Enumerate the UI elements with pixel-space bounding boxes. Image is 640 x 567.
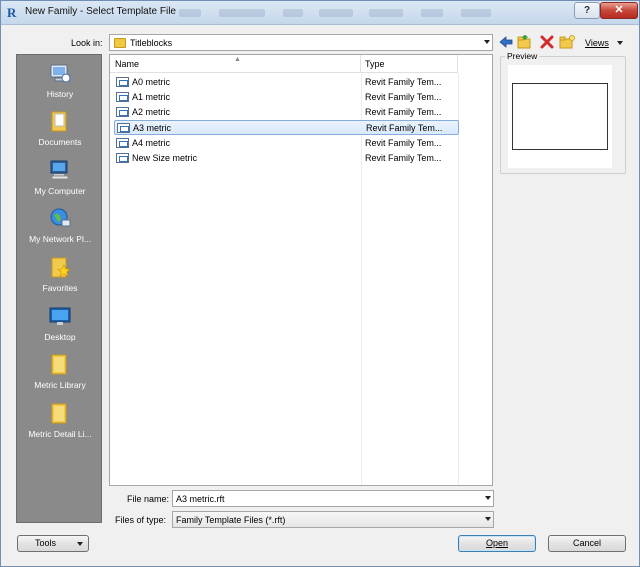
file-name: A4 metric (132, 138, 171, 148)
place-label: Metric Library (34, 380, 86, 390)
look-in-dropdown[interactable]: Titleblocks (109, 34, 493, 51)
file-name: A3 metric (133, 123, 172, 133)
tools-label: Tools (35, 538, 57, 548)
chevron-down-icon (484, 40, 490, 44)
background-menu-ghost (179, 9, 201, 17)
background-menu-ghost (283, 9, 303, 17)
places-bar: History Documents My Computer My Network… (16, 54, 102, 523)
file-row[interactable]: A4 metric Revit Family Tem... (114, 136, 459, 151)
views-menu-button[interactable]: Views (585, 38, 609, 48)
file-row[interactable]: A2 metric Revit Family Tem... (114, 105, 459, 120)
place-label: My Network Pl... (29, 234, 91, 244)
place-metric-library[interactable]: Metric Library (17, 352, 103, 390)
place-favorites[interactable]: Favorites (17, 255, 103, 293)
sort-ascending-icon: ▲ (234, 56, 241, 63)
folder-icon (51, 354, 67, 375)
close-button[interactable]: ✕ (600, 2, 638, 19)
preview-label: Preview (505, 51, 540, 61)
window-title: New Family - Select Template File (25, 6, 176, 17)
family-template-file-icon (116, 138, 129, 148)
place-my-network[interactable]: My Network Pl... (17, 206, 103, 244)
computer-icon (50, 160, 69, 180)
dialog-window: R New Family - Select Template File ? ✕ … (0, 0, 640, 567)
family-template-file-icon (116, 92, 129, 102)
column-divider (458, 73, 459, 485)
background-menu-ghost (421, 9, 443, 17)
file-row[interactable]: A1 metric Revit Family Tem... (114, 90, 459, 105)
file-type: Revit Family Tem... (365, 153, 442, 163)
place-label: History (46, 89, 74, 99)
chevron-down-icon[interactable] (617, 41, 623, 45)
file-type-label: Files of type: (115, 515, 167, 525)
family-template-file-icon (117, 123, 130, 133)
place-history[interactable]: History (17, 61, 103, 99)
place-label: Desktop (44, 332, 76, 342)
background-menu-ghost (369, 9, 403, 17)
place-label: Documents (38, 137, 82, 147)
file-row-selected[interactable]: A3 metric Revit Family Tem... (114, 120, 459, 135)
file-list[interactable]: Name Type ▲ A0 metric Revit Family Tem..… (109, 54, 493, 486)
place-desktop[interactable]: Desktop (17, 304, 103, 342)
up-folder-icon[interactable] (517, 34, 533, 50)
place-metric-detail-library[interactable]: Metric Detail Li... (17, 401, 103, 439)
family-template-file-icon (116, 153, 129, 163)
help-button[interactable]: ? (574, 2, 600, 19)
history-icon (50, 64, 71, 83)
folder-icon (51, 403, 67, 424)
file-type: Revit Family Tem... (366, 123, 443, 133)
background-menu-ghost (319, 9, 353, 17)
place-my-computer[interactable]: My Computer (17, 158, 103, 196)
family-template-file-icon (116, 77, 129, 87)
file-type-dropdown[interactable]: Family Template Files (*.rft) (172, 511, 494, 528)
file-name: A1 metric (132, 92, 171, 102)
place-label: Metric Detail Li... (28, 429, 92, 439)
file-row[interactable]: A0 metric Revit Family Tem... (114, 75, 459, 90)
title-bar[interactable]: R New Family - Select Template File ? ✕ (1, 1, 639, 25)
file-name-label: File name: (127, 494, 170, 504)
open-label: Open (485, 538, 509, 548)
place-label: My Computer (34, 186, 86, 196)
chevron-down-icon[interactable] (485, 496, 491, 500)
documents-folder-icon (51, 111, 67, 132)
file-name: New Size metric (132, 153, 198, 163)
place-label: Favorites (42, 283, 78, 293)
back-arrow-icon[interactable] (498, 34, 514, 50)
file-type: Revit Family Tem... (365, 77, 442, 87)
look-in-label: Look in: (71, 38, 103, 48)
file-name: A2 metric (132, 107, 171, 117)
file-row[interactable]: New Size metric Revit Family Tem... (114, 151, 459, 166)
column-header-type[interactable]: Type (361, 55, 458, 73)
favorites-folder-icon (51, 257, 71, 278)
file-name-value: A3 metric.rft (176, 494, 225, 504)
place-documents[interactable]: Documents (17, 109, 103, 147)
revit-app-icon: R (7, 5, 17, 20)
file-type: Revit Family Tem... (365, 138, 442, 148)
cancel-label: Cancel (572, 538, 601, 548)
desktop-icon (49, 307, 71, 325)
file-name: A0 metric (132, 77, 171, 87)
file-type: Revit Family Tem... (365, 107, 442, 117)
cancel-button[interactable]: Cancel (548, 535, 626, 552)
family-template-file-icon (116, 107, 129, 117)
new-folder-icon[interactable] (559, 34, 575, 50)
file-name-input[interactable]: A3 metric.rft (172, 490, 494, 507)
preview-titleblock-thumbnail (512, 83, 608, 150)
file-type: Revit Family Tem... (365, 92, 442, 102)
folder-icon (114, 38, 126, 48)
delete-icon[interactable] (539, 34, 555, 50)
network-icon (50, 208, 71, 227)
chevron-down-icon (77, 542, 83, 546)
background-menu-ghost (219, 9, 265, 17)
file-type-value: Family Template Files (*.rft) (176, 515, 286, 525)
open-button[interactable]: Open (458, 535, 536, 552)
background-menu-ghost (461, 9, 491, 17)
tools-button[interactable]: Tools (17, 535, 89, 552)
chevron-down-icon (485, 517, 491, 521)
look-in-value: Titleblocks (130, 38, 173, 48)
